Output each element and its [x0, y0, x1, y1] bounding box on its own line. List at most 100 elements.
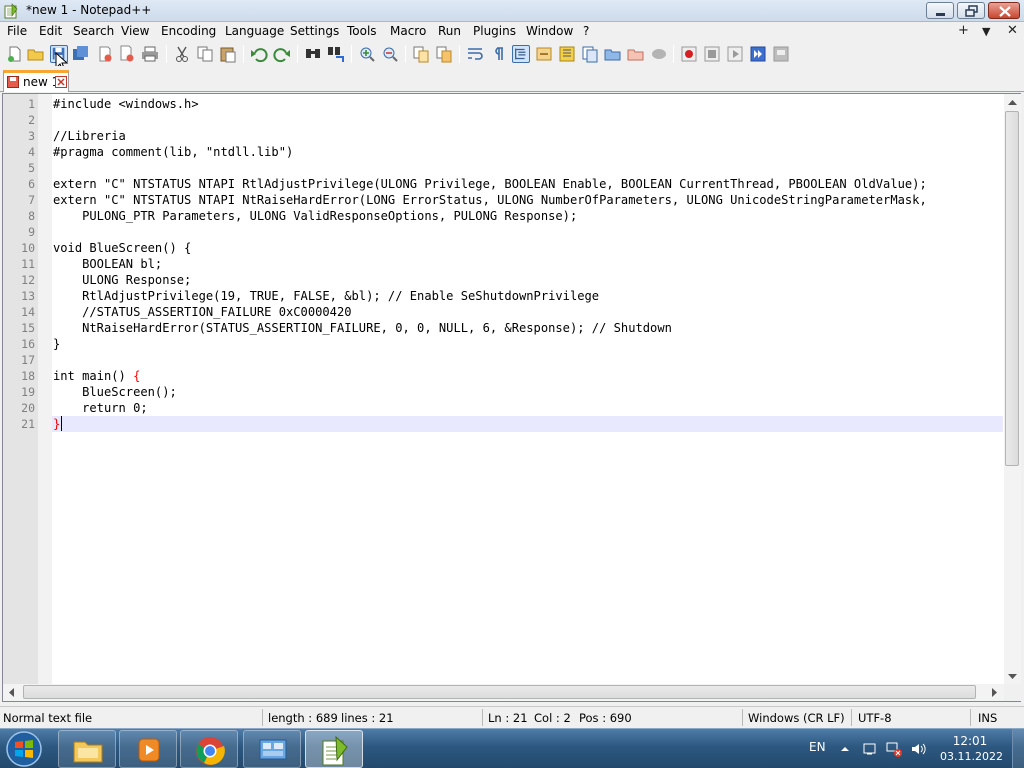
close-all-icon[interactable] — [118, 45, 136, 63]
horizontal-scrollbar[interactable] — [3, 684, 1004, 701]
sync-vertical-scroll-icon[interactable] — [412, 45, 430, 63]
new-file-icon[interactable] — [6, 45, 24, 63]
user-defined-language-icon[interactable] — [535, 45, 553, 63]
tab-new-1[interactable]: new 1 — [3, 70, 69, 92]
menu-bar: File Edit Search View Encoding Language … — [0, 22, 1024, 42]
monitoring-icon[interactable] — [650, 45, 668, 63]
code-line[interactable]: return 0; — [53, 400, 148, 416]
title-bar[interactable]: *new 1 - Notepad++ — [0, 0, 1024, 22]
volume-icon[interactable] — [910, 741, 926, 757]
taskbar-media-player[interactable] — [119, 730, 177, 768]
menu-window[interactable]: Window — [526, 24, 573, 38]
code-line[interactable]: //Libreria — [53, 128, 126, 144]
code-area[interactable]: #include <windows.h> //Libreria #pragma co… — [52, 94, 1003, 684]
cut-icon[interactable] — [173, 45, 191, 63]
code-line[interactable]: ULONG Response; — [53, 272, 191, 288]
replace-icon[interactable] — [327, 45, 345, 63]
close-file-icon[interactable] — [96, 45, 114, 63]
code-line[interactable]: } — [53, 336, 60, 352]
taskbar-control-panel[interactable] — [243, 730, 301, 768]
status-insert-mode[interactable]: INS — [978, 711, 997, 725]
start-button-icon[interactable] — [5, 730, 43, 768]
fold-margin[interactable] — [38, 94, 52, 684]
editor[interactable]: 1 2 3 4 5 6 7 8 9 10 11 12 13 14 15 16 17 18 19 20 21 #inclu… — [2, 93, 1021, 702]
document-map-icon[interactable] — [558, 45, 576, 63]
new-tab-button[interactable]: + — [958, 23, 969, 38]
taskbar-chrome[interactable] — [180, 730, 238, 768]
code-line[interactable]: } — [53, 416, 60, 432]
code-line[interactable]: BlueScreen(); — [53, 384, 177, 400]
close-window-button[interactable] — [988, 2, 1020, 19]
status-encoding[interactable]: UTF-8 — [858, 711, 892, 725]
zoom-out-icon[interactable] — [381, 45, 399, 63]
undo-icon[interactable] — [250, 45, 268, 63]
copy-icon[interactable] — [196, 45, 214, 63]
taskbar-notepad-plus-plus[interactable] — [305, 730, 363, 768]
find-icon[interactable] — [304, 45, 322, 63]
run-macro-multiple-icon[interactable] — [749, 45, 767, 63]
scroll-left-icon[interactable] — [8, 688, 15, 697]
menu-edit[interactable]: Edit — [39, 24, 62, 38]
word-wrap-icon[interactable] — [466, 45, 484, 63]
code-line[interactable]: RtlAdjustPrivilege(19, TRUE, FALSE, &bl)… — [53, 288, 599, 304]
code-line[interactable]: PULONG_PTR Parameters, ULONG ValidRespon… — [53, 208, 577, 224]
scroll-right-icon[interactable] — [991, 688, 998, 697]
code-line[interactable]: extern "C" NTSTATUS NTAPI RtlAdjustPrivi… — [53, 176, 927, 192]
menu-run[interactable]: Run — [438, 24, 461, 38]
menu-help[interactable]: ? — [583, 24, 589, 38]
horizontal-scroll-thumb[interactable] — [23, 685, 976, 699]
record-macro-icon[interactable] — [680, 45, 698, 63]
code-line[interactable]: #pragma comment(lib, "ntdll.lib") — [53, 144, 293, 160]
menu-encoding[interactable]: Encoding — [161, 24, 216, 38]
network-icon[interactable] — [886, 741, 902, 757]
close-tab-button[interactable]: ✕ — [1007, 23, 1018, 38]
minimize-button[interactable] — [926, 2, 954, 19]
menu-file[interactable]: File — [7, 24, 27, 38]
code-line[interactable]: extern "C" NTSTATUS NTAPI NtRaiseHardErr… — [53, 192, 927, 208]
function-list-icon[interactable] — [581, 45, 599, 63]
clock-time[interactable]: 12:01 — [944, 734, 996, 748]
menu-language[interactable]: Language — [225, 24, 284, 38]
tab-list-button[interactable]: ▼ — [982, 25, 990, 38]
playback-macro-icon[interactable] — [726, 45, 744, 63]
show-desktop-button[interactable] — [1012, 729, 1024, 768]
code-line[interactable]: BOOLEAN bl; — [53, 256, 162, 272]
action-center-icon[interactable] — [862, 741, 878, 757]
code-line[interactable]: NtRaiseHardError(STATUS_ASSERTION_FAILUR… — [53, 320, 672, 336]
menu-view[interactable]: View — [121, 24, 149, 38]
paste-icon[interactable] — [219, 45, 237, 63]
tab-close-icon[interactable] — [55, 76, 67, 88]
language-indicator[interactable]: EN — [809, 740, 826, 754]
menu-settings[interactable]: Settings — [290, 24, 339, 38]
menu-macro[interactable]: Macro — [390, 24, 426, 38]
code-line[interactable]: void BlueScreen() { — [53, 240, 191, 256]
matched-brace: } — [53, 417, 61, 431]
code-line[interactable]: int main() { — [53, 368, 140, 384]
show-hidden-icons-icon[interactable] — [840, 741, 850, 757]
vertical-scroll-thumb[interactable] — [1005, 111, 1019, 466]
folder-as-workspace-icon[interactable] — [604, 45, 622, 63]
menu-search[interactable]: Search — [73, 24, 114, 38]
menu-tools[interactable]: Tools — [347, 24, 377, 38]
indent-guide-icon[interactable] — [512, 45, 530, 63]
status-eol-format[interactable]: Windows (CR LF) — [748, 711, 845, 725]
open-file-icon[interactable] — [27, 45, 45, 63]
print-icon[interactable] — [141, 45, 159, 63]
show-all-characters-icon[interactable] — [489, 45, 507, 63]
redo-icon[interactable] — [273, 45, 291, 63]
restore-button[interactable] — [957, 2, 985, 19]
code-line[interactable]: #include <windows.h> — [53, 96, 199, 112]
stop-recording-icon[interactable] — [703, 45, 721, 63]
open-folder-icon[interactable] — [627, 45, 645, 63]
clock-date[interactable]: 03.11.2022 — [940, 750, 1003, 763]
taskbar-explorer[interactable] — [58, 730, 116, 768]
sync-horizontal-scroll-icon[interactable] — [435, 45, 453, 63]
save-all-icon[interactable] — [72, 45, 90, 63]
scroll-down-icon[interactable] — [1008, 673, 1017, 680]
menu-plugins[interactable]: Plugins — [473, 24, 516, 38]
scroll-up-icon[interactable] — [1008, 99, 1017, 106]
save-macro-icon[interactable] — [772, 45, 790, 63]
vertical-scrollbar[interactable] — [1004, 94, 1021, 684]
zoom-in-icon[interactable] — [358, 45, 376, 63]
code-line[interactable]: //STATUS_ASSERTION_FAILURE 0xC0000420 — [53, 304, 351, 320]
